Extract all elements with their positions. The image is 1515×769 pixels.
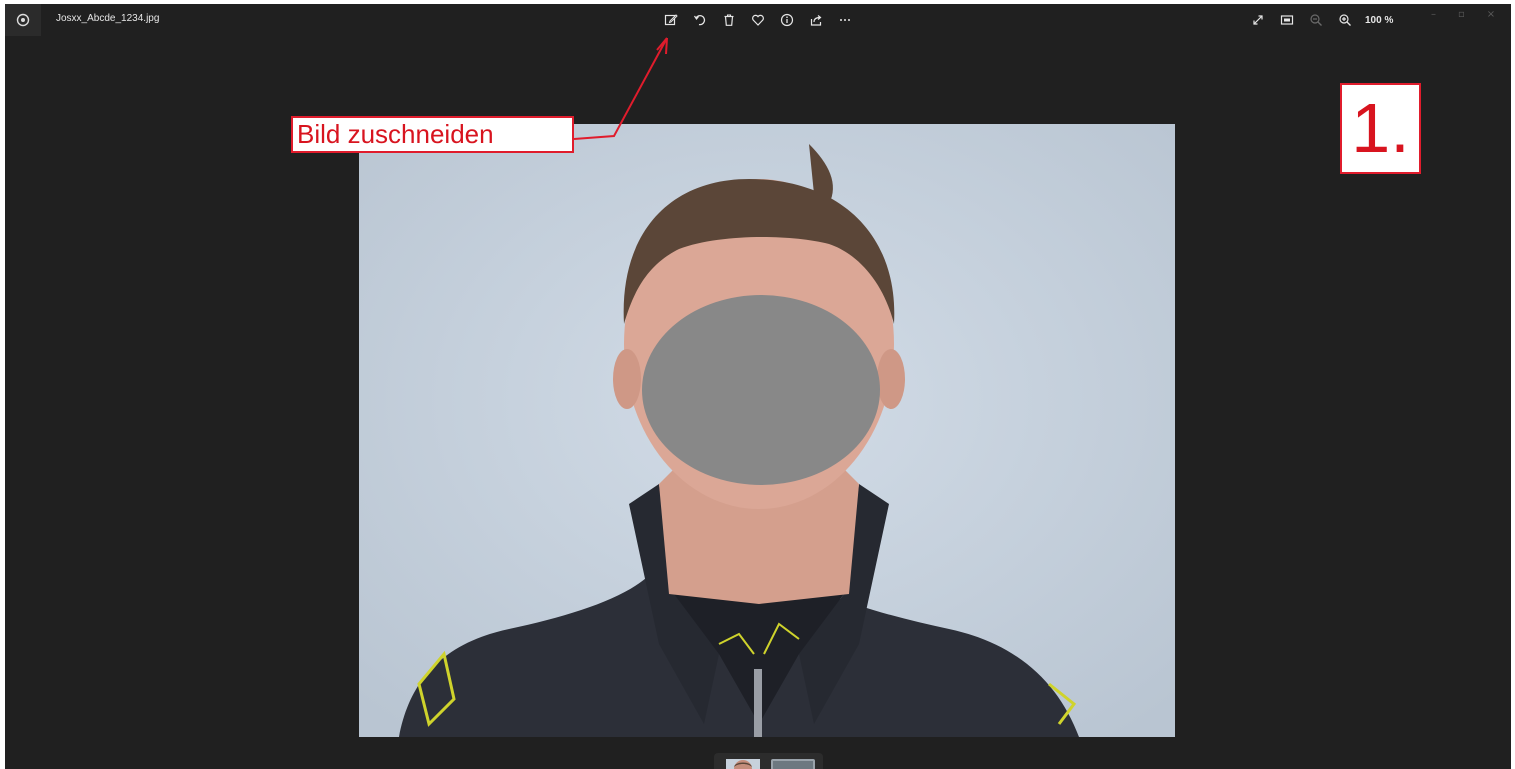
thumbnail-current[interactable] [726,759,760,769]
maximize-icon[interactable]: ▫ [1458,9,1465,20]
portrait-photo [359,124,1175,737]
fit-to-window-button[interactable] [1276,8,1298,32]
more-options-icon [840,19,850,21]
filmstrip [714,753,823,769]
title-bar: Josxx_Abcde_1234.jpg 100 % – ▫ × [5,4,1511,36]
close-icon[interactable]: × [1487,9,1495,20]
rotate-icon [694,14,706,26]
photos-app-window: Josxx_Abcde_1234.jpg 100 % – ▫ × Bild zu… [5,4,1511,769]
file-name: Josxx_Abcde_1234.jpg [56,13,160,24]
crop-image-callout: Bild zuschneiden [291,116,574,153]
edit-image-button[interactable] [660,8,682,32]
info-icon [780,13,794,27]
zoom-in-button[interactable] [1334,8,1356,32]
delete-button[interactable] [718,8,740,32]
view-tools: 100 % [1247,8,1393,32]
face-blur-ellipse [642,295,880,485]
favorite-button[interactable] [747,8,769,32]
info-button[interactable] [776,8,798,32]
rotate-button[interactable] [689,8,711,32]
fullscreen-button[interactable] [1247,8,1269,32]
zoom-out-icon [1310,14,1322,26]
fullscreen-expand-icon [1253,15,1263,25]
fit-to-window-icon [1280,15,1294,25]
delete-icon [724,14,734,26]
share-button[interactable] [805,8,827,32]
image-toolbar [660,8,856,32]
favorite-heart-icon [752,14,764,26]
zoom-in-icon [1339,14,1351,26]
main-photo [359,124,1175,737]
photos-app-icon[interactable] [5,4,41,36]
zoom-out-button[interactable] [1305,8,1327,32]
zoom-level[interactable]: 100 % [1365,15,1393,26]
more-options-button[interactable] [834,8,856,32]
window-controls: – ▫ × [1431,6,1495,22]
share-icon [810,15,822,26]
edit-image-icon [664,14,678,26]
step-number-label: 1. [1340,83,1421,174]
thumbnail-next[interactable] [771,759,815,769]
minimize-icon[interactable]: – [1431,9,1436,20]
